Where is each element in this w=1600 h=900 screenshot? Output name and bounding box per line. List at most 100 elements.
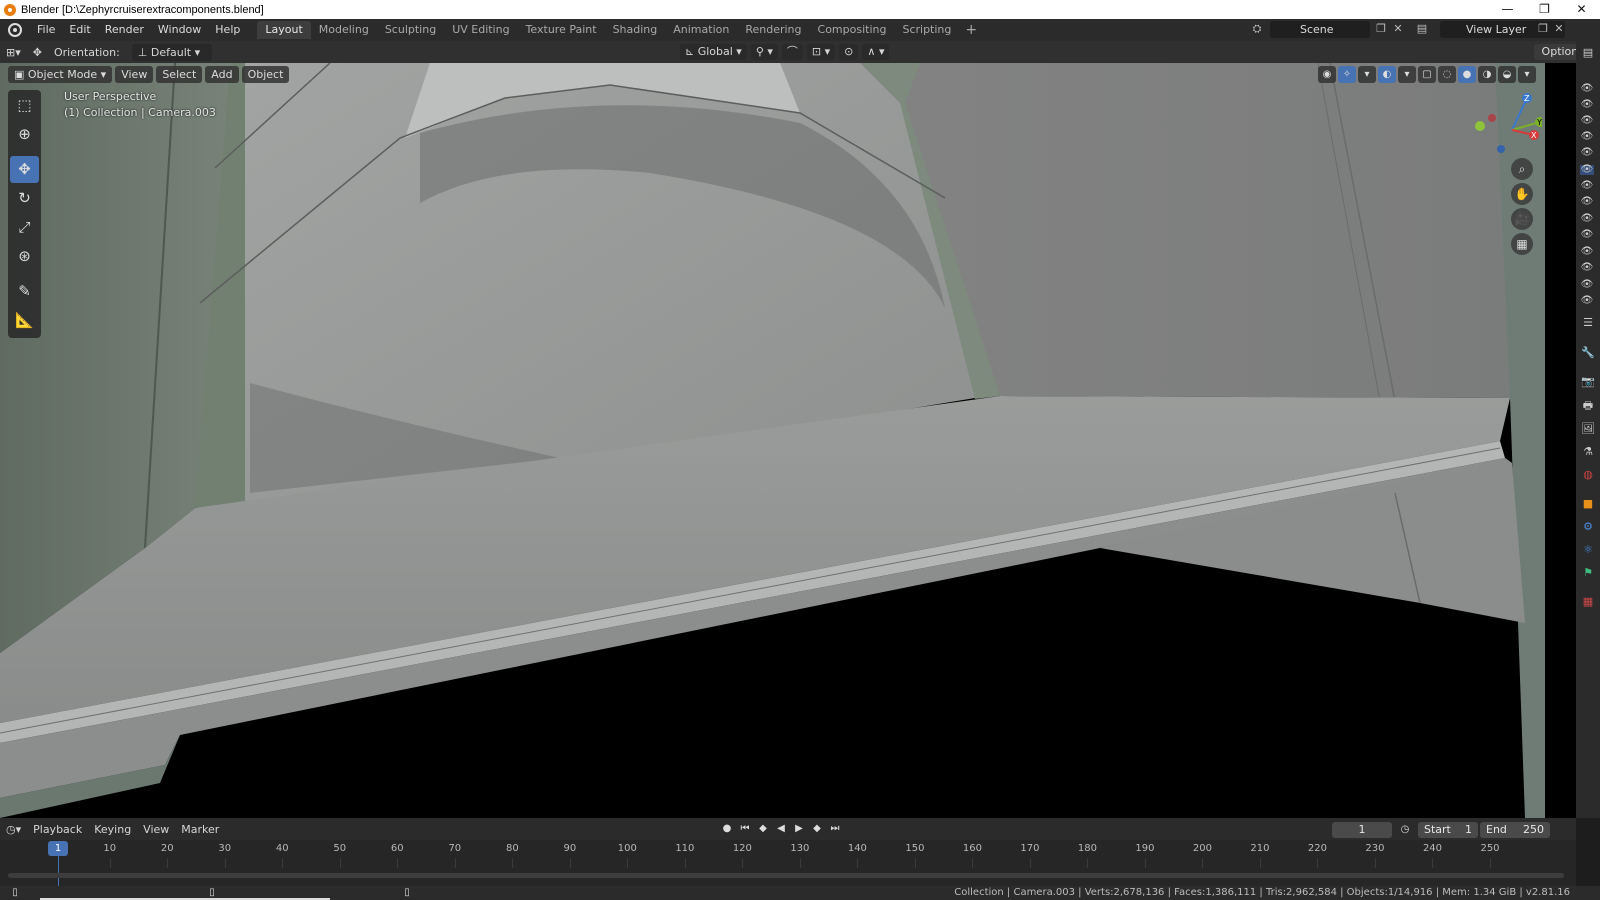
tool-properties-icon[interactable]: 🔧 <box>1579 344 1597 362</box>
prev-keyframe-icon[interactable]: ◆ <box>756 822 770 836</box>
tab-animation[interactable]: Animation <box>665 21 737 39</box>
delete-view-layer-icon[interactable]: ✕ <box>1552 22 1566 36</box>
add-workspace-button[interactable]: + <box>959 22 983 38</box>
modifier-properties-icon[interactable]: ⚙ <box>1579 518 1597 536</box>
select-box-icon[interactable]: ⬚ <box>10 92 39 119</box>
gizmo-neg-x-icon[interactable] <box>1488 114 1496 122</box>
timeline-editor-type-icon[interactable]: ◷▾ <box>0 821 27 838</box>
ortho-grid-icon[interactable]: ▦ <box>1511 233 1533 255</box>
viewport-menu-select[interactable]: Select <box>156 66 203 83</box>
playhead-badge[interactable]: 1 <box>48 841 68 856</box>
falloff-icon[interactable]: ∧ ▾ <box>862 44 890 60</box>
rotate-icon[interactable]: ↻ <box>10 185 39 212</box>
tab-sculpting[interactable]: Sculpting <box>377 21 444 39</box>
pivot-point-icon[interactable]: ⚲ ▾ <box>750 44 778 60</box>
rendered-shading-icon[interactable]: ◒ <box>1498 66 1516 83</box>
timeline-area[interactable] <box>0 840 1576 886</box>
tab-rendering[interactable]: Rendering <box>737 21 809 39</box>
minimize-button[interactable]: — <box>1489 0 1526 19</box>
new-scene-icon[interactable]: ❐ <box>1374 22 1388 36</box>
scene-properties-icon[interactable]: ⚗ <box>1579 443 1597 461</box>
start-frame-field[interactable]: Start 1 <box>1418 822 1478 838</box>
visibility-eye-icon[interactable]: 👁 <box>1580 214 1594 224</box>
visibility-eye-icon[interactable]: 👁 <box>1580 197 1594 207</box>
shading-menu-icon[interactable]: ▾ <box>1518 66 1536 83</box>
physics-properties-icon[interactable]: ⚑ <box>1579 564 1597 582</box>
jump-end-icon[interactable]: ⏭ <box>828 822 842 836</box>
visibility-eye-icon[interactable]: 👁 <box>1580 263 1594 273</box>
playhead-line[interactable] <box>58 856 59 886</box>
timeline-menu-keying[interactable]: Keying <box>88 821 137 838</box>
jump-start-icon[interactable]: ⏮ <box>738 822 752 836</box>
orientation-dropdown[interactable]: ⊥ Default ▾ <box>131 43 212 61</box>
wireframe-shading-icon[interactable]: ◌ <box>1438 66 1456 83</box>
cursor-icon[interactable]: ⊕ <box>10 121 39 148</box>
move-icon[interactable]: ✥ <box>10 156 39 183</box>
restore-button[interactable]: ❐ <box>1526 0 1563 19</box>
gizmo-neg-y-icon[interactable] <box>1475 121 1485 131</box>
visibility-eye-icon[interactable]: 👁 <box>1580 247 1594 257</box>
blender-logo-icon[interactable] <box>8 23 22 37</box>
material-shading-icon[interactable]: ◑ <box>1478 66 1496 83</box>
annotate-icon[interactable]: ✎ <box>10 278 39 305</box>
tab-texture-paint[interactable]: Texture Paint <box>518 21 605 39</box>
gizmo-menu-icon[interactable]: ▾ <box>1358 66 1376 83</box>
overlay-menu-icon[interactable]: ▾ <box>1398 66 1416 83</box>
navigation-gizmo[interactable]: Z Y X <box>1472 88 1542 158</box>
editor-type-icon[interactable]: ⊞▾ <box>0 44 27 61</box>
new-view-layer-icon[interactable]: ❐ <box>1536 22 1550 36</box>
menu-render[interactable]: Render <box>98 19 151 41</box>
mode-dropdown[interactable]: ▣ Object Mode ▾ <box>8 66 113 83</box>
overlay-toggle-icon[interactable]: ◐ <box>1378 66 1396 83</box>
render-properties-icon[interactable]: 📷 <box>1579 373 1597 391</box>
tab-scripting[interactable]: Scripting <box>894 21 959 39</box>
outliner-filter-icon[interactable]: ▤ <box>1579 44 1597 62</box>
close-button[interactable]: ✕ <box>1563 0 1600 19</box>
play-icon[interactable]: ▶ <box>792 822 806 836</box>
menu-help[interactable]: Help <box>208 19 247 41</box>
viewport-menu-object[interactable]: Object <box>241 66 290 83</box>
viewport-menu-view[interactable]: View <box>115 66 154 83</box>
texture-properties-icon[interactable]: ▦ <box>1579 593 1597 611</box>
particles-properties-icon[interactable]: ⚛ <box>1579 541 1597 559</box>
proportional-edit-icon[interactable]: ⊙ <box>839 44 859 60</box>
visibility-eye-icon[interactable]: 👁 <box>1580 165 1594 175</box>
view-layer-icon[interactable]: ▤ <box>1415 22 1429 36</box>
scene-field[interactable]: Scene <box>1270 21 1370 38</box>
visibility-eye-icon[interactable]: 👁 <box>1580 116 1594 126</box>
gizmo-toggle-icon[interactable]: ✧ <box>1338 66 1356 83</box>
visibility-eye-icon[interactable]: 👁 <box>1580 148 1594 158</box>
timeline-menu-playback[interactable]: Playback <box>27 821 88 838</box>
tab-compositing[interactable]: Compositing <box>810 21 895 39</box>
next-keyframe-icon[interactable]: ◆ <box>810 822 824 836</box>
visibility-icon[interactable]: ◉ <box>1318 66 1336 83</box>
zoom-icon[interactable]: ⌕ <box>1511 158 1533 180</box>
visibility-eye-icon[interactable]: 👁 <box>1580 296 1594 306</box>
timeline-scrollbar[interactable] <box>8 873 1564 878</box>
snap-toggle-icon[interactable]: ⌒ <box>781 44 803 60</box>
end-frame-field[interactable]: End 250 <box>1480 822 1550 838</box>
properties-editor-icon[interactable]: ☰ <box>1579 314 1597 332</box>
view-layer-properties-icon[interactable]: 🖼 <box>1579 420 1597 438</box>
camera-view-icon[interactable]: 🎥 <box>1511 208 1533 230</box>
visibility-eye-icon[interactable]: 👁 <box>1580 100 1594 110</box>
transform-space-dropdown[interactable]: ⊾ Global ▾ <box>680 44 747 60</box>
clock-icon[interactable]: ◷ <box>1398 823 1412 837</box>
measure-icon[interactable]: 📐 <box>10 307 39 334</box>
menu-edit[interactable]: Edit <box>62 19 97 41</box>
visibility-eye-icon[interactable]: 👁 <box>1580 84 1594 94</box>
scale-icon[interactable]: ⤢ <box>10 214 39 241</box>
world-properties-icon[interactable]: ◍ <box>1579 466 1597 484</box>
3d-viewport[interactable]: ▣ Object Mode ▾ View Select Add Object U… <box>0 63 1576 818</box>
timeline-menu-marker[interactable]: Marker <box>175 821 225 838</box>
tab-layout[interactable]: Layout <box>257 21 311 39</box>
output-properties-icon[interactable]: 🖶 <box>1579 397 1597 415</box>
scene-selector-icon[interactable]: ⛭ <box>1250 22 1264 36</box>
object-properties-icon[interactable]: ■ <box>1579 495 1597 513</box>
visibility-eye-icon[interactable]: 👁 <box>1580 132 1594 142</box>
snap-mode-icon[interactable]: ⊡ ▾ <box>806 44 836 60</box>
menu-window[interactable]: Window <box>151 19 208 41</box>
tab-modeling[interactable]: Modeling <box>311 21 377 39</box>
record-icon[interactable]: ● <box>720 822 734 836</box>
transform-icon[interactable]: ⊛ <box>10 243 39 270</box>
